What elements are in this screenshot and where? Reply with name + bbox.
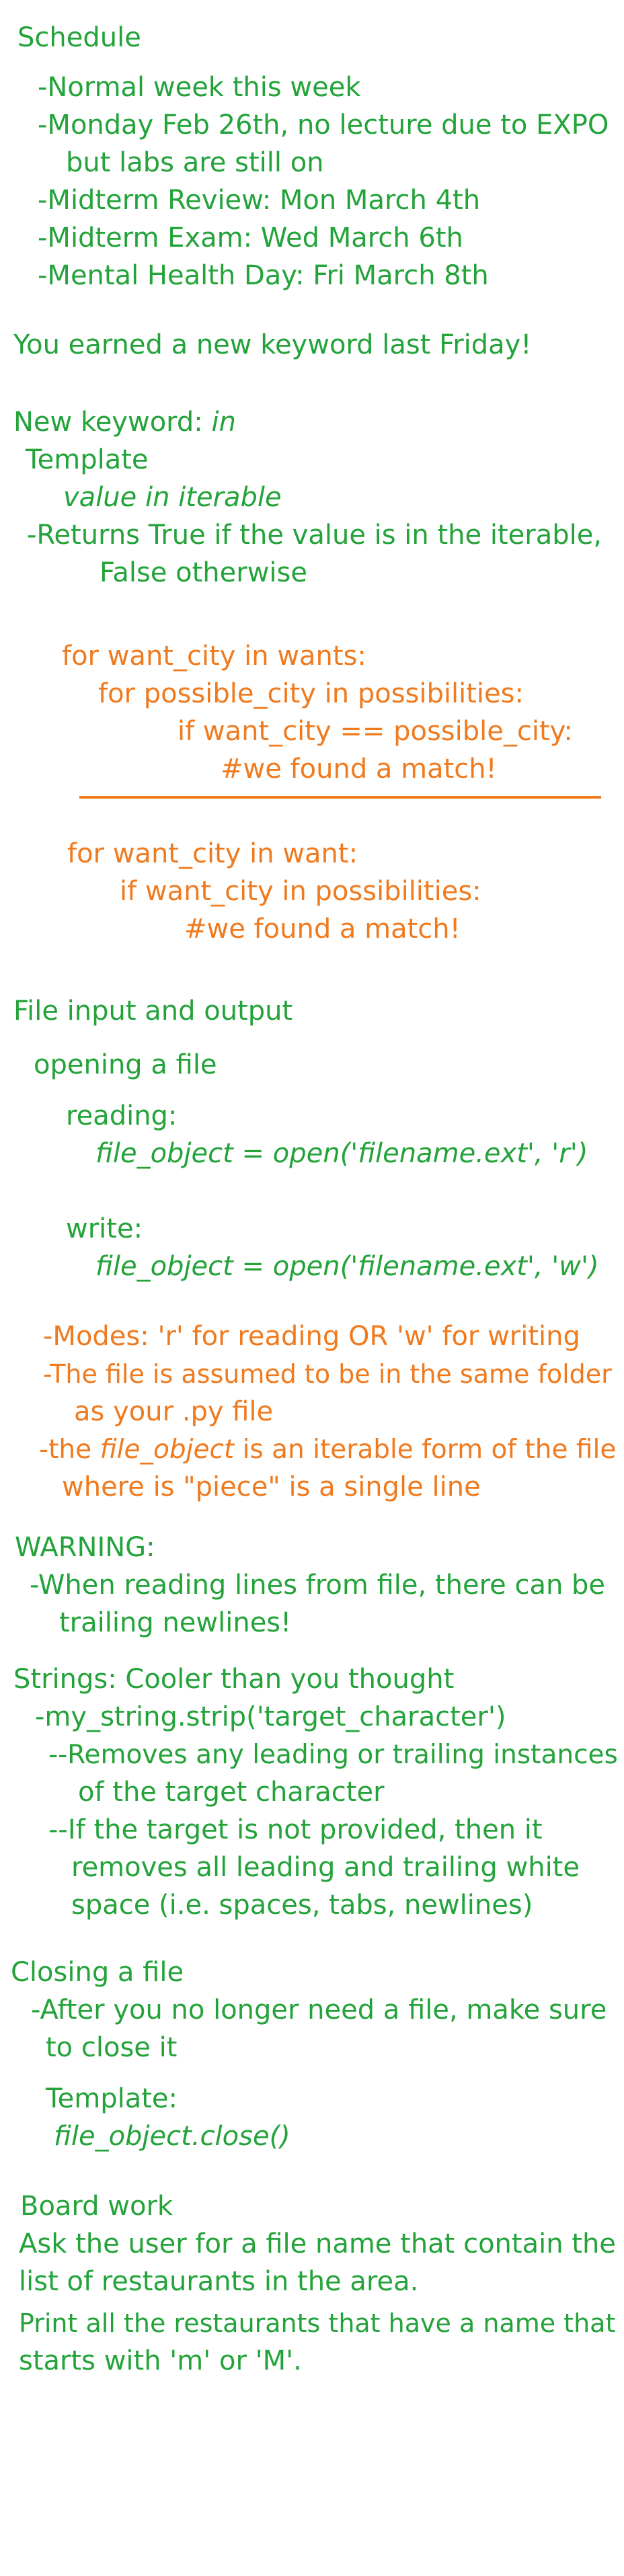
schedule-item: but labs are still on <box>66 147 324 178</box>
code-line: #we found a match! <box>184 914 461 944</box>
keyword-template-label: Template <box>26 444 149 475</box>
schedule-heading: Schedule <box>17 22 141 53</box>
strip-desc: of the target character <box>78 1777 385 1808</box>
iterable-note: -the file_object is an iterable form of … <box>39 1431 616 1469</box>
iterable-note-suffix: is an iterable form of the file <box>234 1435 617 1465</box>
closing-template-code: file_object.close() <box>54 2121 290 2152</box>
folder-note: as your .py file <box>74 1396 274 1427</box>
closing-text: -After you no longer need a file, make s… <box>31 1995 607 2025</box>
file-io-heading: File input and output <box>13 996 293 1027</box>
schedule-item: -Midterm Review: Mon March 4th <box>38 185 481 216</box>
modes-note: -Modes: 'r' for reading OR 'w' for writi… <box>43 1321 580 1352</box>
code-line: for want_city in wants: <box>62 641 366 672</box>
reading-label: reading: <box>66 1100 178 1131</box>
code-line: for want_city in want: <box>67 838 358 869</box>
keyword-heading: New keyword: in <box>13 403 236 442</box>
warning-text: -When reading lines from file, there can… <box>30 1570 606 1601</box>
closing-template-label: Template: <box>46 2083 178 2114</box>
board-line: starts with 'm' or 'M'. <box>19 2345 302 2376</box>
keyword-returns: False otherwise <box>100 557 307 588</box>
keyword-returns: -Returns True if the value is in the ite… <box>27 520 602 551</box>
schedule-item: -Mental Health Day: Fri March 8th <box>38 260 489 291</box>
write-code: file_object = open('filename.ext', 'w') <box>95 1251 599 1282</box>
schedule-item: -Midterm Exam: Wed March 6th <box>38 223 463 253</box>
strip-desc: removes all leading and trailing white <box>71 1852 580 1883</box>
keyword-name: in <box>211 407 236 438</box>
file-io-opening: opening a file <box>34 1049 217 1080</box>
strip-method: -my_string.strip('target_character') <box>35 1701 506 1732</box>
board-line: list of restaurants in the area. <box>19 2266 419 2297</box>
code-line: #we found a match! <box>221 754 497 784</box>
folder-note: -The file is assumed to be in the same f… <box>43 1359 612 1389</box>
keyword-earned-note: You earned a new keyword last Friday! <box>13 329 532 360</box>
board-heading: Board work <box>20 2191 173 2222</box>
strip-desc: space (i.e. spaces, tabs, newlines) <box>71 1890 533 1921</box>
strings-heading: Strings: Cooler than you thought <box>13 1664 455 1695</box>
board-line: Ask the user for a file name that contai… <box>19 2228 616 2259</box>
closing-heading: Closing a file <box>11 1957 184 1988</box>
code-line: for possible_city in possibilities: <box>98 678 524 709</box>
strip-desc: --Removes any leading or trailing instan… <box>48 1740 618 1770</box>
code-line: if want_city in possibilities: <box>120 876 481 907</box>
iterable-note: where is "piece" is a single line <box>62 1472 481 1502</box>
keyword-heading-prefix: New keyword: <box>13 407 212 438</box>
write-label: write: <box>66 1213 143 1244</box>
strip-desc: --If the target is not provided, then it <box>48 1814 543 1845</box>
iterable-note-prefix: -the <box>39 1435 100 1465</box>
reading-code: file_object = open('filename.ext', 'r') <box>95 1138 588 1169</box>
warning-text: trailing newlines! <box>59 1607 292 1638</box>
board-line: Print all the restaurants that have a na… <box>19 2308 616 2338</box>
schedule-item: -Monday Feb 26th, no lecture due to EXPO <box>38 110 609 140</box>
closing-text: to close it <box>46 2032 178 2063</box>
code-line: if want_city == possible_city: <box>178 716 573 747</box>
warning-heading: WARNING: <box>15 1532 155 1563</box>
keyword-template-expr: value in iterable <box>63 482 282 513</box>
schedule-item: -Normal week this week <box>38 72 361 103</box>
separator-line <box>79 796 601 799</box>
iterable-note-code: file_object <box>100 1435 235 1465</box>
